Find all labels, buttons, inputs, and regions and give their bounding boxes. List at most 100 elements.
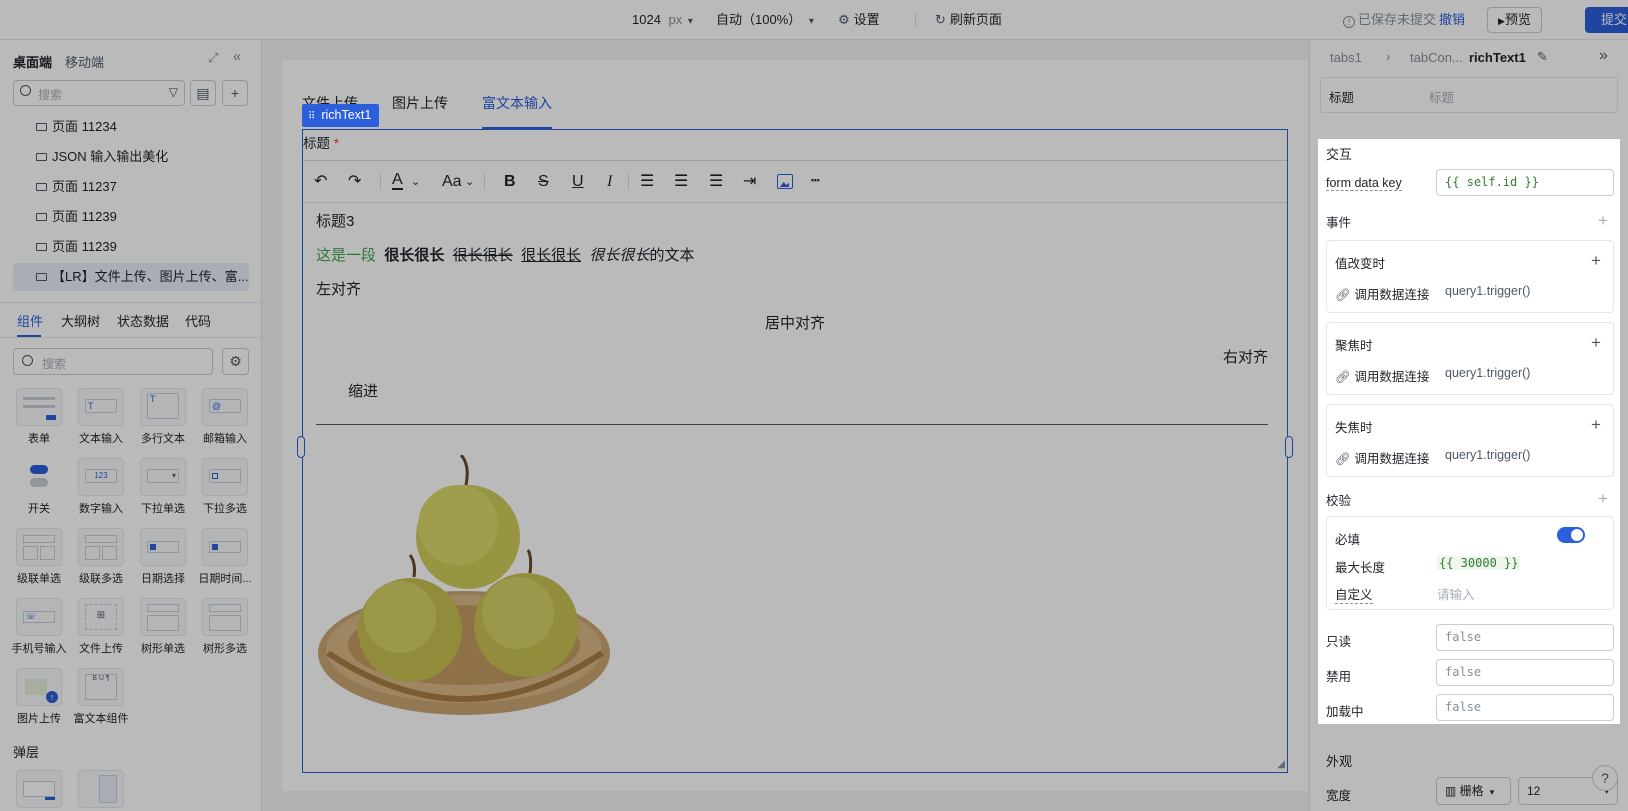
collapse-panel-icon[interactable]: » [1599, 47, 1608, 65]
tab-rich-text-input[interactable]: 富文本输入 [482, 93, 552, 113]
page-search-input[interactable]: 搜索 ▽ [13, 80, 185, 106]
tab-image-upload[interactable]: 图片上传 [392, 93, 448, 113]
underline-icon[interactable]: U [572, 173, 584, 191]
font-color-icon[interactable]: A [392, 172, 403, 190]
selected-component-badge[interactable]: ⠿ richText1 [302, 104, 380, 127]
add-action-icon[interactable]: + [1591, 334, 1601, 351]
submit-button[interactable]: 提交 [1585, 7, 1628, 33]
component-tile-text-input[interactable]: T 文本输入 [70, 388, 132, 446]
disabled-input[interactable]: false [1436, 659, 1614, 686]
filter-icon[interactable]: ▽ [169, 85, 178, 99]
add-page-button[interactable]: + [222, 80, 248, 106]
grid-icon[interactable]: ▤ [190, 80, 216, 106]
indent-icon[interactable]: ⇥ [743, 173, 756, 191]
font-size-icon[interactable]: Aa [442, 173, 462, 191]
canvas-width-select[interactable]: 1024 px ▾ [632, 0, 693, 40]
component-tile-file-upload[interactable]: ⊞ 文件上传 [70, 598, 132, 656]
tab-outline[interactable]: 大纲树 [61, 311, 100, 330]
component-tile-textarea[interactable]: T 多行文本 [132, 388, 194, 446]
add-event-icon[interactable]: + [1598, 212, 1608, 229]
page-item-label: JSON 输入输出美化 [52, 149, 169, 164]
align-left-icon[interactable]: ☰ [640, 173, 654, 191]
modal-component-icon[interactable] [16, 770, 62, 808]
component-tile-datetime[interactable]: 日期时间... [194, 528, 256, 586]
breadcrumb-item[interactable]: tabs1 [1330, 50, 1362, 65]
help-icon[interactable]: ? [1592, 765, 1618, 791]
form-data-key-input[interactable]: {{ self.id }} [1436, 169, 1614, 196]
page-item-selected[interactable]: 【LR】文件上传、图片上传、富... [13, 263, 249, 291]
page-item[interactable]: 页面 11234 [36, 116, 117, 138]
divider-insert-icon[interactable]: ┅ [811, 171, 820, 189]
preview-button[interactable]: ▶预览 [1487, 7, 1542, 33]
component-label: 文件上传 [79, 643, 123, 655]
chevron-down-icon[interactable]: ⌄ [411, 173, 420, 191]
component-tile-phone[interactable]: ☏ 手机号输入 [8, 598, 70, 656]
page-item[interactable]: 页面 11239 [36, 206, 117, 228]
component-tile-tree-multiselect[interactable]: 树形多选 [194, 598, 256, 656]
bold-icon[interactable]: B [504, 173, 516, 191]
undo-link[interactable]: 撤销 [1439, 0, 1465, 40]
component-tile-image-upload[interactable]: ↑ 图片上传 [8, 668, 70, 726]
align-center-icon[interactable]: ☰ [674, 173, 688, 191]
max-length-value[interactable]: {{ 30000 }} [1437, 556, 1521, 570]
page-item[interactable]: 页面 11237 [36, 176, 117, 198]
component-tile-date[interactable]: 日期选择 [132, 528, 194, 586]
width-mode-select[interactable]: ▥ 栅格 ▾ [1436, 777, 1511, 805]
settings-button[interactable]: ⚙ 设置 [838, 0, 880, 40]
page-item[interactable]: 页面 11239 [36, 236, 117, 258]
redo-icon[interactable]: ↷ [348, 173, 361, 191]
component-tile-multi-cascader[interactable]: 级联多选 [70, 528, 132, 586]
component-tile-rich-text[interactable]: B U ¶ 富文本组件 [70, 668, 132, 726]
multiselect-icon [202, 458, 248, 496]
add-action-icon[interactable]: + [1591, 252, 1601, 269]
refresh-page-button[interactable]: ↻ 刷新页面 [935, 0, 1002, 40]
component-tile-switch[interactable]: 开关 [8, 458, 70, 516]
readonly-input[interactable]: false [1436, 624, 1614, 651]
component-tile-number[interactable]: 123 数字输入 [70, 458, 132, 516]
event-action[interactable]: 🔗︎ 调用数据连接 [1335, 284, 1429, 303]
breadcrumb-item[interactable]: tabCon... [1410, 50, 1463, 65]
title-field[interactable]: 标题 标题 [1320, 77, 1618, 113]
required-toggle[interactable] [1557, 527, 1585, 543]
component-tile-cascader[interactable]: 级联单选 [8, 528, 70, 586]
event-action[interactable]: 🔗︎ 调用数据连接 [1335, 448, 1429, 467]
drawer-component-icon[interactable] [78, 770, 124, 808]
event-card: 失焦时 + 🔗︎ 调用数据连接 query1.trigger() [1326, 404, 1614, 477]
component-tile-email[interactable]: @ 邮箱输入 [194, 388, 256, 446]
event-card: 值改变时 + 🔗︎ 调用数据连接 query1.trigger() [1326, 240, 1614, 313]
tab-desktop[interactable]: 桌面端 [13, 52, 52, 71]
component-tile-multiselect[interactable]: 下拉多选 [194, 458, 256, 516]
chevron-down-icon[interactable]: ⌄ [465, 173, 474, 191]
zoom-select[interactable]: 自动（100%） ▾ [716, 0, 814, 40]
resize-handle-right[interactable] [1285, 436, 1293, 458]
component-label: 下拉单选 [141, 503, 185, 515]
collapse-icon[interactable]: « [233, 48, 241, 65]
expand-icon[interactable]: ⤢ [208, 50, 218, 66]
italic-icon[interactable]: I [607, 173, 612, 191]
edit-icon[interactable]: ✎ [1537, 49, 1548, 65]
image-icon[interactable] [777, 174, 793, 189]
strikethrough-icon[interactable]: S [538, 173, 549, 191]
gear-icon[interactable]: ⚙ [222, 348, 249, 375]
tab-state-data[interactable]: 状态数据 [117, 311, 169, 330]
add-action-icon[interactable]: + [1591, 416, 1601, 433]
divider [0, 337, 261, 338]
resize-corner-icon[interactable]: ◢ [1277, 760, 1285, 770]
component-tile-select[interactable]: ▾ 下拉单选 [132, 458, 194, 516]
tab-components[interactable]: 组件 [17, 311, 43, 330]
page-item[interactable]: JSON 输入输出美化 [36, 146, 168, 168]
event-action[interactable]: 🔗︎ 调用数据连接 [1335, 366, 1429, 385]
resize-handle-left[interactable] [297, 436, 305, 458]
undo-icon[interactable]: ↶ [314, 173, 327, 191]
component-tile-tree-select[interactable]: 树形单选 [132, 598, 194, 656]
add-validation-icon[interactable]: + [1598, 490, 1608, 507]
tab-mobile[interactable]: 移动端 [65, 52, 104, 71]
loading-input[interactable]: false [1436, 694, 1614, 721]
custom-validation-input[interactable]: 请输入 [1437, 584, 1475, 603]
tab-code[interactable]: 代码 [185, 311, 211, 330]
align-right-icon[interactable]: ☰ [709, 173, 723, 191]
component-search-input[interactable]: 搜索 [13, 348, 213, 375]
tree-multiselect-icon [202, 598, 248, 636]
toolbar-divider [303, 202, 1287, 203]
component-tile-form[interactable]: 表单 [8, 388, 70, 446]
